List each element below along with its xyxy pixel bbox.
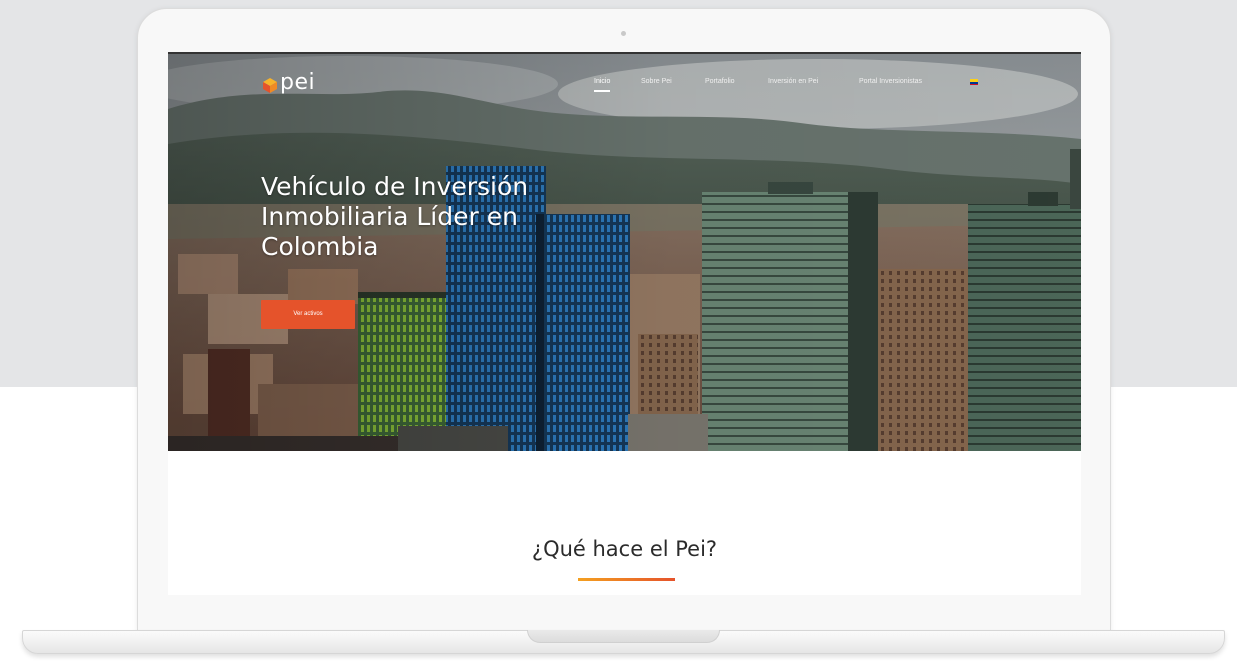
main-navigation: Inicio Sobre Pei Portafolio Inversión en… — [168, 77, 1081, 92]
hero-banner: pei Inicio Sobre Pei Portafolio Inversió… — [168, 54, 1081, 451]
nav-item-inversion-en-pei[interactable]: Inversión en Pei — [768, 77, 818, 87]
colombia-flag-icon[interactable] — [970, 79, 978, 85]
nav-item-portafolio[interactable]: Portafolio — [705, 77, 735, 87]
ver-activos-button[interactable]: Ver activos — [261, 300, 355, 329]
nav-item-inicio[interactable]: Inicio — [594, 77, 611, 92]
nav-item-sobre-pei[interactable]: Sobre Pei — [641, 77, 672, 87]
webcam-dot — [621, 31, 626, 36]
laptop-screen: pei Inicio Sobre Pei Portafolio Inversió… — [168, 52, 1081, 595]
nav-item-portal-inversionistas[interactable]: Portal Inversionistas — [859, 77, 922, 87]
hero-title: Vehículo de Inversión Inmobiliaria Líder… — [261, 172, 529, 261]
section-title-underline — [578, 578, 675, 581]
laptop-base-notch — [527, 630, 720, 643]
section-title: ¿Qué hace el Pei? — [531, 537, 718, 561]
